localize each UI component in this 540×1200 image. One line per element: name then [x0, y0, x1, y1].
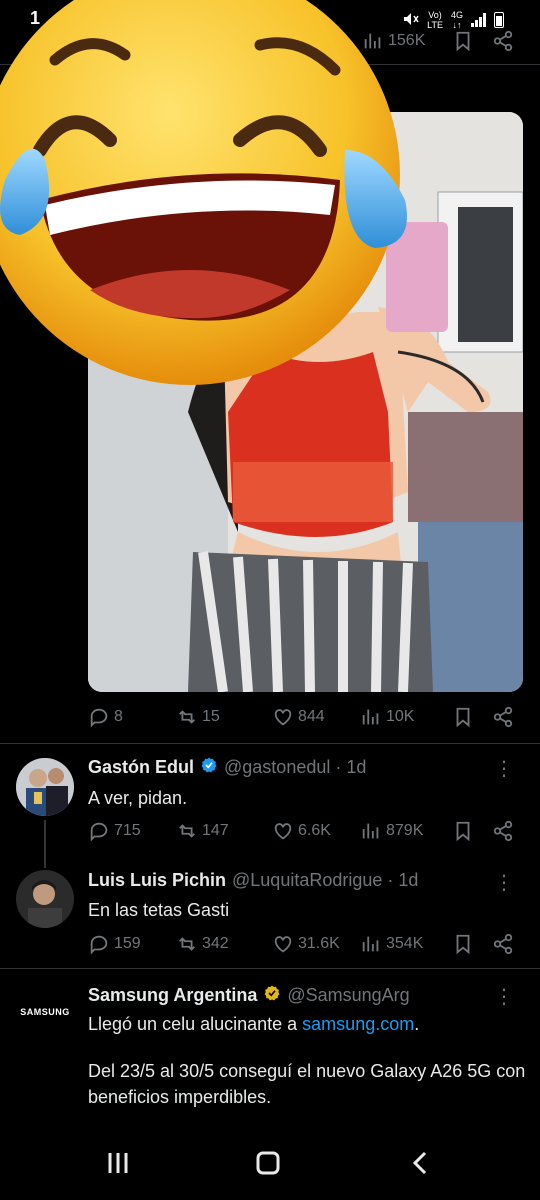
- bookmark-button[interactable]: [452, 30, 474, 52]
- bookmark-icon: [456, 707, 470, 728]
- heart-icon: [274, 936, 292, 953]
- home-icon: [256, 1151, 280, 1175]
- author-name[interactable]: Gastón Edul: [88, 757, 194, 778]
- reply-button[interactable]: 159: [88, 933, 141, 955]
- reply-button[interactable]: 8: [88, 706, 123, 728]
- author-name[interactable]: Luis Luis Pichin: [88, 870, 226, 891]
- system-nav-bar: [0, 1130, 540, 1200]
- signal-icon: [471, 13, 486, 27]
- link-samsung[interactable]: samsung.com: [302, 1014, 414, 1034]
- like-button[interactable]: 844: [272, 706, 325, 728]
- retweet-button[interactable]: 15: [176, 706, 220, 728]
- reply-icon: [90, 935, 108, 955]
- share-button[interactable]: [492, 30, 514, 52]
- author-handle[interactable]: @LuquitaRodrigue · 1d: [232, 870, 418, 891]
- more-options-icon[interactable]: ⋮: [494, 984, 514, 1009]
- avatar[interactable]: SAMSUNG: [16, 983, 74, 1041]
- share-icon: [493, 933, 513, 955]
- heart-icon: [274, 823, 292, 840]
- tweet-header: Samsung Argentina @SamsungArg: [88, 984, 410, 1007]
- bookmark-icon: [456, 31, 470, 52]
- more-options-icon[interactable]: ⋮: [494, 756, 514, 781]
- tweet-header: Luis Luis Pichin @LuquitaRodrigue · 1d: [88, 870, 418, 891]
- share-button[interactable]: [492, 706, 514, 728]
- reply-button[interactable]: 715: [88, 820, 141, 842]
- tweet-text: Llegó un celu alucinante a samsung.com.: [88, 1014, 420, 1034]
- back-button[interactable]: [410, 1150, 430, 1181]
- more-options-icon[interactable]: ⋮: [494, 870, 514, 895]
- tweet-actions: 159 342 31.6K 354K: [88, 931, 528, 957]
- bookmark-icon: [456, 821, 470, 842]
- tweet-text: En las tetas Gasti: [88, 900, 230, 920]
- views-icon: [362, 823, 379, 839]
- views-icon: [362, 936, 379, 952]
- views-count[interactable]: 10K: [360, 706, 414, 728]
- network-4g-icon: 4G ↓↑: [450, 10, 463, 30]
- retweet-button[interactable]: 342: [176, 933, 229, 955]
- laughing-emoji-sticker: [0, 0, 410, 400]
- author-handle[interactable]: @SamsungArg: [287, 985, 409, 1006]
- post-actions: 8 15 844 10K: [88, 704, 528, 730]
- home-button[interactable]: [255, 1150, 281, 1181]
- recents-icon: [108, 1153, 128, 1173]
- views-count[interactable]: 354K: [360, 933, 423, 955]
- retweet-icon: [179, 710, 195, 724]
- like-button[interactable]: 31.6K: [272, 933, 340, 955]
- bookmark-icon: [456, 934, 470, 955]
- share-button[interactable]: [492, 933, 514, 955]
- tweet-actions: 715 147 6.6K 879K: [88, 818, 528, 844]
- back-icon: [412, 1151, 427, 1175]
- views-count[interactable]: 879K: [360, 820, 423, 842]
- battery-icon: [494, 12, 504, 28]
- volte-icon: Vo) LTE: [427, 10, 443, 30]
- bookmark-button[interactable]: [452, 933, 474, 955]
- recents-button[interactable]: [106, 1150, 130, 1181]
- tweet-header: Gastón Edul @gastonedul · 1d: [88, 756, 366, 779]
- views-icon: [362, 709, 379, 725]
- verified-badge-icon: [263, 984, 281, 1007]
- author-handle[interactable]: @gastonedul · 1d: [224, 757, 366, 778]
- tweet-text: A ver, pidan.: [88, 788, 188, 808]
- bookmark-button[interactable]: [452, 706, 474, 728]
- reply-icon: [90, 822, 108, 842]
- heart-icon: [274, 709, 292, 726]
- share-icon: [493, 30, 513, 52]
- divider: [0, 743, 540, 744]
- thread-line: [44, 820, 46, 868]
- divider: [0, 968, 540, 969]
- samsung-logo: SAMSUNG: [20, 1007, 70, 1017]
- verified-badge-icon: [200, 756, 218, 779]
- avatar[interactable]: [16, 870, 74, 928]
- tweet-text-2: Del 23/5 al 30/5 conseguí el nuevo Galax…: [88, 1061, 526, 1107]
- share-button[interactable]: [492, 820, 514, 842]
- retweet-icon: [179, 937, 195, 951]
- avatar[interactable]: [16, 758, 74, 816]
- author-name[interactable]: Samsung Argentina: [88, 985, 257, 1006]
- retweet-icon: [179, 824, 195, 838]
- share-icon: [493, 820, 513, 842]
- reply-icon: [90, 708, 108, 728]
- like-button[interactable]: 6.6K: [272, 820, 331, 842]
- bookmark-button[interactable]: [452, 820, 474, 842]
- status-icons: Vo) LTE 4G ↓↑: [403, 10, 504, 30]
- share-icon: [493, 706, 513, 728]
- retweet-button[interactable]: 147: [176, 820, 229, 842]
